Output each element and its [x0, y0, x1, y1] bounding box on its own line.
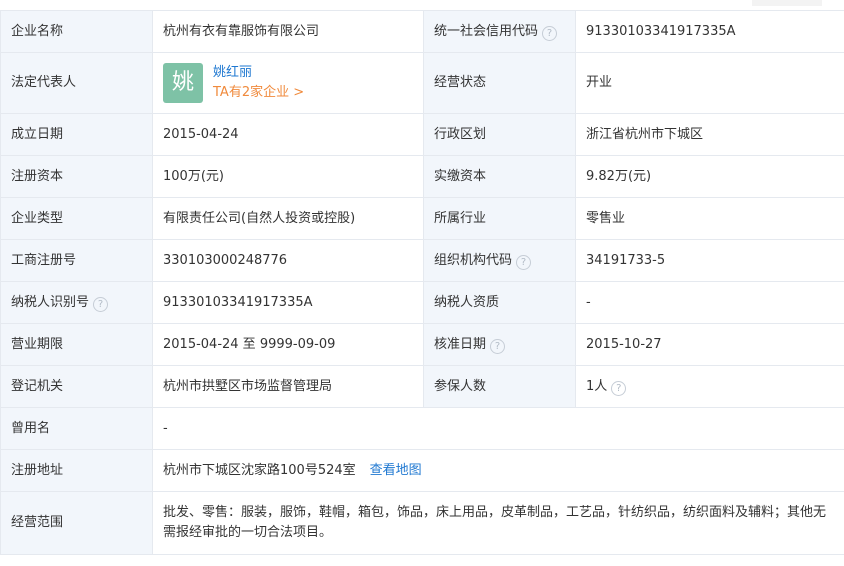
label-established-date: 成立日期 [0, 113, 153, 156]
label-legal-rep: 法定代表人 [0, 52, 153, 114]
value-registered-address-cell: 杭州市下城区沈家路100号524室 查看地图 [152, 449, 844, 492]
table-row: 纳税人识别号? 91330103341917335A 纳税人资质 - [0, 281, 844, 324]
label-credit-code: 统一社会信用代码 [434, 23, 539, 39]
value-business-scope: 批发、零售：服装，服饰，鞋帽，箱包，饰品，床上用品，皮革制品，工艺品，针纺织品，… [152, 491, 844, 555]
label-approval-date: 核准日期 [434, 336, 487, 352]
help-icon[interactable]: ? [93, 296, 109, 312]
value-taxpayer-id: 91330103341917335A [152, 281, 424, 324]
label-admin-region: 行政区划 [423, 113, 576, 156]
label-taxpayer-id: 纳税人识别号 [11, 294, 90, 310]
help-icon[interactable]: ? [490, 338, 506, 354]
help-icon[interactable]: ? [516, 254, 532, 270]
table-row: 法定代表人 姚 姚红丽 TA有2家企业 > 经营状态 开业 [0, 52, 844, 114]
value-legal-rep: 姚 姚红丽 TA有2家企业 > [152, 52, 424, 114]
label-company-type: 企业类型 [0, 197, 153, 240]
value-taxpayer-qualification: - [575, 281, 844, 324]
table-row: 成立日期 2015-04-24 行政区划 浙江省杭州市下城区 [0, 113, 844, 156]
label-registered-capital: 注册资本 [0, 155, 153, 198]
value-org-code: 34191733-5 [575, 239, 844, 282]
table-row: 曾用名 - [0, 407, 844, 450]
value-credit-code: 91330103341917335A [575, 10, 844, 53]
value-business-term: 2015-04-24 至 9999-09-09 [152, 323, 424, 366]
label-paid-capital: 实缴资本 [423, 155, 576, 198]
value-insured-count-cell: 1人? [575, 365, 844, 408]
table-row: 营业期限 2015-04-24 至 9999-09-09 核准日期? 2015-… [0, 323, 844, 366]
label-taxpayer-qualification: 纳税人资质 [423, 281, 576, 324]
company-info-table: 企业名称 杭州有衣有靠服饰有限公司 统一社会信用代码? 913301033419… [0, 10, 844, 555]
help-icon[interactable]: ? [611, 380, 627, 396]
value-registered-capital: 100万(元) [152, 155, 424, 198]
table-row: 企业类型 有限责任公司(自然人投资或控股) 所属行业 零售业 [0, 197, 844, 240]
label-industry: 所属行业 [423, 197, 576, 240]
help-icon[interactable]: ? [542, 25, 558, 41]
label-taxpayer-id-cell: 纳税人识别号? [0, 281, 153, 324]
label-credit-code-cell: 统一社会信用代码? [423, 10, 576, 53]
table-row: 注册地址 杭州市下城区沈家路100号524室 查看地图 [0, 449, 844, 492]
view-map-link[interactable]: 查看地图 [370, 463, 422, 478]
label-business-term: 营业期限 [0, 323, 153, 366]
label-org-code-cell: 组织机构代码? [423, 239, 576, 282]
value-company-name: 杭州有衣有靠服饰有限公司 [152, 10, 424, 53]
table-row: 登记机关 杭州市拱墅区市场监督管理局 参保人数 1人? [0, 365, 844, 408]
label-business-scope: 经营范围 [0, 491, 153, 555]
table-row: 工商注册号 330103000248776 组织机构代码? 34191733-5 [0, 239, 844, 282]
label-insured-count: 参保人数 [423, 365, 576, 408]
value-former-name: - [152, 407, 844, 450]
value-company-type: 有限责任公司(自然人投资或控股) [152, 197, 424, 240]
value-registered-address: 杭州市下城区沈家路100号524室 [163, 462, 356, 478]
value-paid-capital: 9.82万(元) [575, 155, 844, 198]
table-row: 注册资本 100万(元) 实缴资本 9.82万(元) [0, 155, 844, 198]
related-companies-link[interactable]: TA有2家企业 > [213, 83, 304, 103]
label-registration-authority: 登记机关 [0, 365, 153, 408]
label-company-name: 企业名称 [0, 10, 153, 53]
value-registration-number: 330103000248776 [152, 239, 424, 282]
value-registration-authority: 杭州市拱墅区市场监督管理局 [152, 365, 424, 408]
table-row: 企业名称 杭州有衣有靠服饰有限公司 统一社会信用代码? 913301033419… [0, 10, 844, 53]
value-insured-count: 1人 [586, 378, 608, 394]
label-former-name: 曾用名 [0, 407, 153, 450]
value-admin-region: 浙江省杭州市下城区 [575, 113, 844, 156]
label-business-status: 经营状态 [423, 52, 576, 114]
label-registered-address: 注册地址 [0, 449, 153, 492]
top-bar [0, 0, 844, 10]
value-business-status: 开业 [575, 52, 844, 114]
value-approval-date: 2015-10-27 [575, 323, 844, 366]
avatar[interactable]: 姚 [163, 63, 203, 103]
value-established-date: 2015-04-24 [152, 113, 424, 156]
table-row: 经营范围 批发、零售：服装，服饰，鞋帽，箱包，饰品，床上用品，皮革制品，工艺品，… [0, 491, 844, 555]
label-approval-date-cell: 核准日期? [423, 323, 576, 366]
value-industry: 零售业 [575, 197, 844, 240]
top-bar-stub [752, 0, 822, 6]
legal-rep-name-link[interactable]: 姚红丽 [213, 63, 304, 83]
label-registration-number: 工商注册号 [0, 239, 153, 282]
label-org-code: 组织机构代码 [434, 252, 513, 268]
